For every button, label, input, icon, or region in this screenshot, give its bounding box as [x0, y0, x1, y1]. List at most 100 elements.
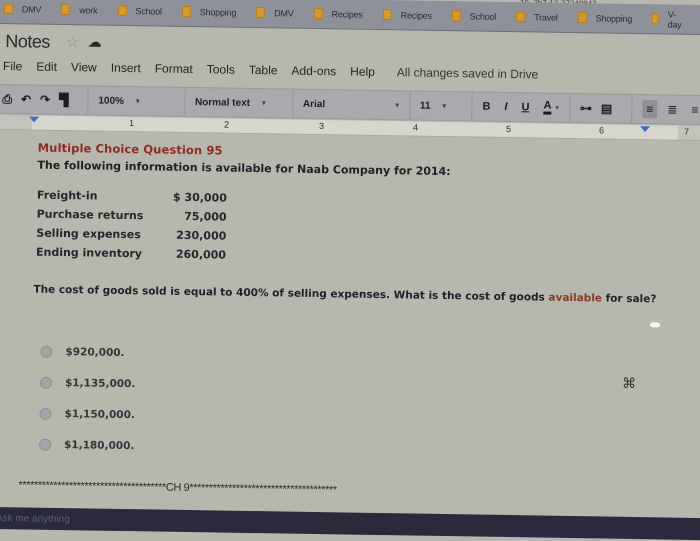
font-value: Arial [302, 98, 326, 110]
question-text: The cost of goods sold is equal to 400% … [33, 284, 675, 306]
search-box[interactable]: Ask me anything [0, 513, 70, 525]
zoom-value: 100% [98, 95, 125, 107]
radio-button[interactable] [39, 376, 53, 389]
title-row: Notes ☆ ☁ [5, 30, 101, 54]
chevron-down-icon[interactable]: ▾ [555, 104, 559, 112]
item-value: $ 30,000 [172, 190, 228, 205]
paint-format-icon[interactable]: ▜ [59, 93, 68, 107]
option-label: $1,150,000. [64, 407, 136, 421]
undo-icon[interactable]: ↶ [21, 92, 31, 106]
folder-icon [577, 12, 587, 24]
option-label: $1,180,000. [63, 438, 135, 452]
ruler-label: 2 [223, 119, 230, 130]
radio-button[interactable] [38, 438, 52, 451]
font-select[interactable]: Arial ▾ [303, 98, 399, 111]
style-select[interactable]: Normal text ▾ [195, 97, 266, 109]
bookmark-vday[interactable]: V-day [651, 9, 684, 29]
folder-icon [382, 9, 392, 21]
document-title[interactable]: Notes [5, 31, 50, 53]
menu-table[interactable]: Table [249, 63, 278, 77]
folder-icon [181, 5, 191, 17]
insert-group: ⊶ ▤ [569, 93, 633, 123]
save-status: All changes saved in Drive [396, 65, 539, 82]
underline-button[interactable]: U [521, 101, 529, 113]
screen-glare [649, 322, 661, 328]
bookmark-recipes-2[interactable]: Recipes [382, 9, 432, 21]
bookmark-school[interactable]: School [117, 4, 162, 17]
font-group: Arial ▾ [292, 89, 411, 120]
bookmark-shopping-2[interactable]: Shopping [577, 12, 633, 24]
option-label: $1,135,000. [64, 376, 136, 390]
align-left-button[interactable]: ≡ [642, 100, 658, 119]
font-size-select[interactable]: 11 ▾ [420, 100, 446, 111]
bookmark-shopping[interactable]: Shopping [181, 5, 237, 18]
menu-format[interactable]: Format [155, 61, 193, 76]
ruler-label: 6 [598, 125, 605, 136]
align-right-button[interactable]: ≡ [687, 101, 700, 119]
star-icon[interactable]: ☆ [66, 33, 80, 51]
answer-options: $920,000. $1,135,000. $1,150,000. $1,180… [38, 336, 675, 470]
ruler-label: 5 [505, 123, 512, 135]
folder-icon [651, 13, 659, 25]
menu-view[interactable]: View [71, 60, 97, 74]
style-group: Normal text ▾ [184, 87, 294, 118]
folder-icon [61, 3, 71, 16]
table-row: Ending inventory 260,000 [36, 243, 226, 265]
question-text-part: The cost of goods sold is equal to 400% … [33, 283, 549, 304]
bookmark-recipes[interactable]: Recipes [313, 7, 363, 20]
bookmarks-bar: DMV work School Shopping DMV Recipes Rec… [0, 0, 700, 36]
ruler-label: 1 [129, 118, 135, 129]
item-label: Purchase returns [36, 207, 144, 223]
folder-icon [451, 10, 461, 22]
history-group: ⎙ ↶ ↷ ▜ [2, 85, 89, 115]
folder-icon [117, 4, 127, 16]
right-indent-marker[interactable] [640, 126, 651, 133]
drive-icon[interactable]: ☁ [88, 34, 101, 50]
style-value: Normal text [194, 96, 251, 109]
menu-bar: File Edit View Insert Format Tools Table… [3, 57, 539, 83]
move-handle-icon[interactable]: ⌘ [622, 375, 636, 392]
question-text-highlight: available [548, 291, 603, 305]
menu-help[interactable]: Help [350, 65, 375, 79]
item-value: 75,000 [184, 209, 227, 224]
chapter-marker: **************************************CH… [18, 479, 337, 497]
item-label: Selling expenses [36, 226, 141, 242]
menu-tools[interactable]: Tools [207, 62, 235, 76]
item-value: 230,000 [176, 228, 227, 243]
link-icon[interactable]: ⊶ [580, 101, 592, 115]
redo-icon[interactable]: ↷ [40, 93, 50, 107]
text-color-button[interactable]: A [543, 100, 552, 115]
option-label: $920,000. [65, 345, 125, 359]
menu-insert[interactable]: Insert [111, 61, 141, 75]
align-center-button[interactable]: ≣ [663, 100, 681, 118]
left-indent-marker[interactable] [29, 116, 40, 123]
menu-file[interactable]: File [3, 59, 23, 73]
menu-edit[interactable]: Edit [36, 60, 57, 74]
print-icon[interactable]: ⎙ [2, 92, 12, 107]
bookmark-dmv[interactable]: DMV [3, 3, 42, 15]
bookmark-travel[interactable]: Travel [516, 11, 558, 23]
font-size-value: 11 [419, 100, 431, 112]
document-body[interactable]: Multiple Choice Question 95 The followin… [18, 141, 677, 502]
chevron-down-icon: ▾ [395, 102, 399, 110]
zoom-group: 100% ▾ [88, 86, 186, 116]
screen: 19_2b7-13-37240847 DMV work School Shopp… [0, 0, 700, 541]
menu-addons[interactable]: Add-ons [291, 64, 336, 79]
zoom-select[interactable]: 100% ▾ [98, 95, 139, 107]
bold-button[interactable]: B [482, 101, 490, 113]
align-group: ≡ ≣ ≡ [632, 95, 700, 124]
item-label: Ending inventory [35, 245, 143, 261]
italic-button[interactable]: I [504, 101, 507, 113]
comment-icon[interactable]: ▤ [601, 101, 613, 115]
chevron-down-icon: ▾ [442, 102, 447, 111]
bookmark-work[interactable]: work [61, 3, 98, 16]
bookmark-dmv-2[interactable]: DMV [256, 7, 294, 19]
bookmark-school-2[interactable]: School [451, 10, 496, 22]
chevron-down-icon: ▾ [135, 98, 140, 106]
radio-button[interactable] [40, 345, 53, 358]
folder-icon [516, 11, 526, 23]
item-label: Freight-in [36, 188, 98, 203]
ruler-label: 7 [683, 126, 690, 137]
radio-button[interactable] [39, 407, 52, 420]
info-table: Freight-in $ 30,000 Purchase returns 75,… [36, 186, 227, 265]
